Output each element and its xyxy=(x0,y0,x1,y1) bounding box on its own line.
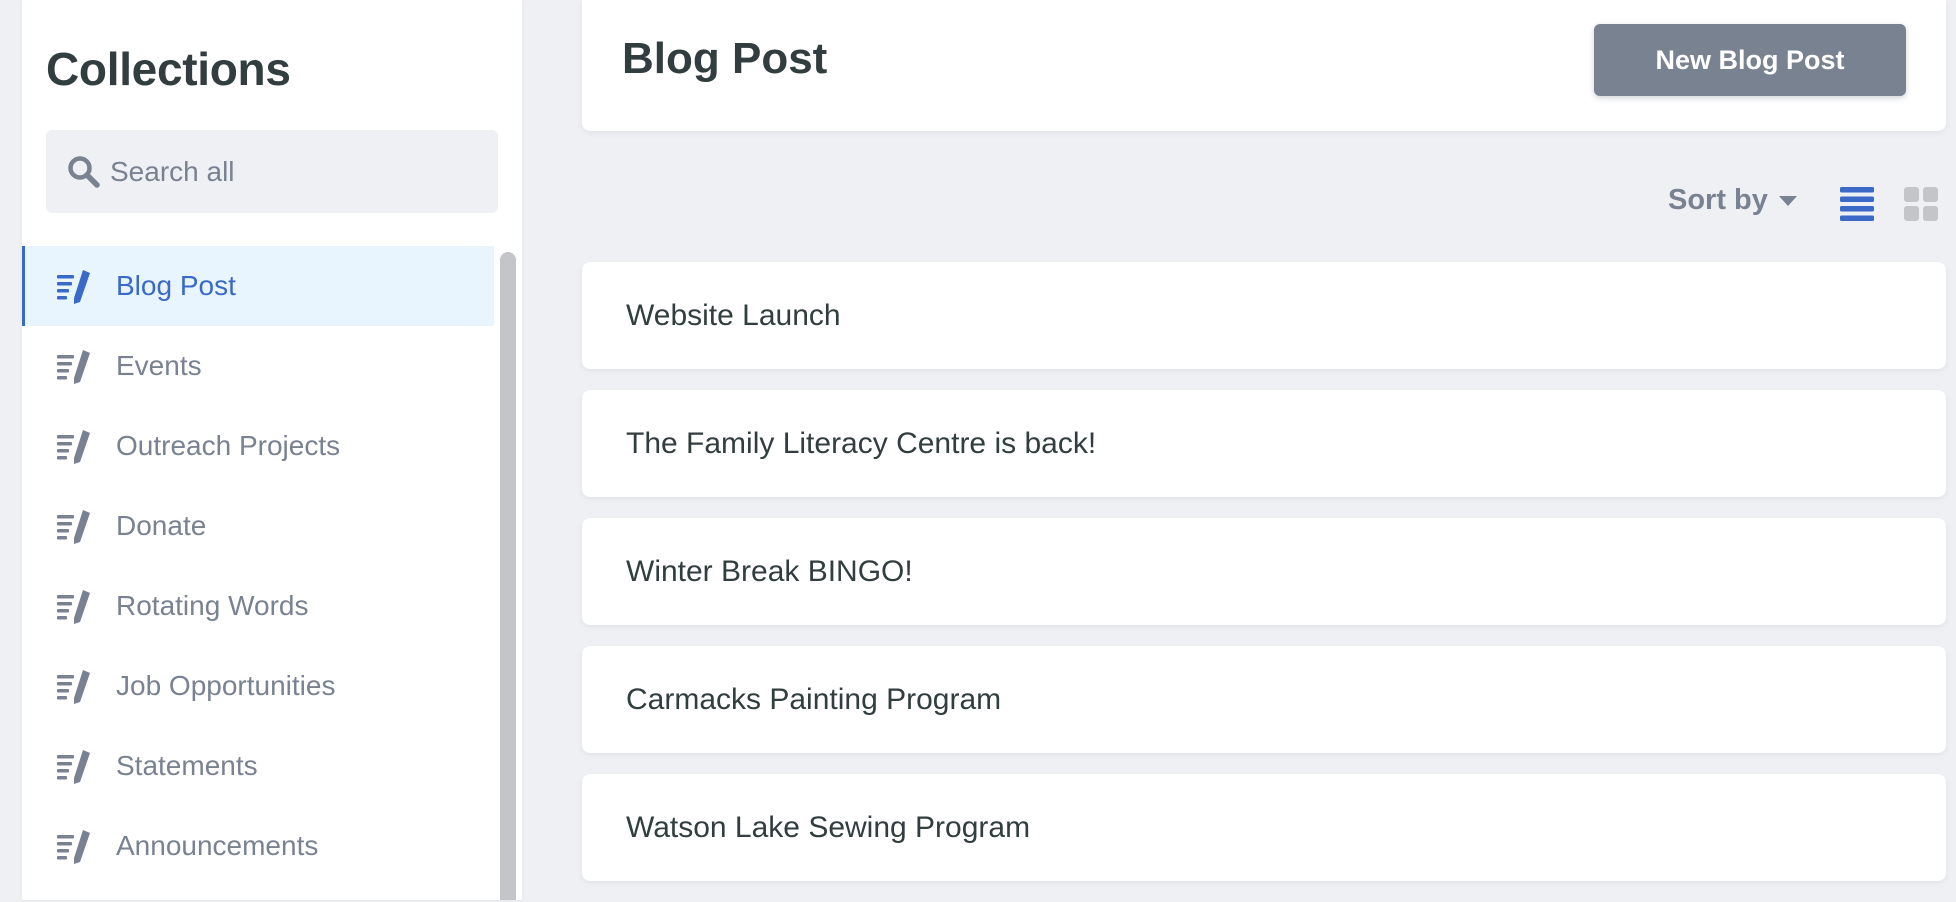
write-icon xyxy=(55,826,95,866)
sidebar-item-blog-post[interactable]: Blog Post xyxy=(22,246,494,326)
sidebar-item-label: Blog Post xyxy=(116,270,236,301)
sidebar-item-announcements[interactable]: Announcements xyxy=(22,806,494,886)
sidebar-item-label: Donate xyxy=(116,510,207,541)
entry-card[interactable]: Winter Break BINGO! xyxy=(582,518,1946,625)
sidebar-item-label: Job Opportunities xyxy=(116,670,336,701)
entry-title: Watson Lake Sewing Program xyxy=(626,810,1031,844)
sidebar-item-label: Outreach Projects xyxy=(116,430,341,461)
sidebar-item-label: Rotating Words xyxy=(116,590,309,621)
entry-card[interactable]: Watson Lake Sewing Program xyxy=(582,774,1946,881)
collection-nav: Blog Post Events Outreach Projects Donat… xyxy=(22,246,494,886)
entries-list: Website Launch The Family Literacy Centr… xyxy=(582,262,1946,902)
caret-down-icon xyxy=(1778,194,1798,208)
collection-header: Blog Post New Blog Post xyxy=(582,0,1946,131)
collections-sidebar: Collections Blog Post xyxy=(22,0,522,900)
write-icon xyxy=(55,266,95,306)
sidebar-item-outreach-projects[interactable]: Outreach Projects xyxy=(22,406,494,486)
sort-by-dropdown[interactable]: Sort by xyxy=(1668,184,1798,217)
search-input[interactable] xyxy=(110,155,470,188)
sidebar-item-events[interactable]: Events xyxy=(22,326,494,406)
sidebar-item-job-opportunities[interactable]: Job Opportunities xyxy=(22,646,494,726)
search-icon xyxy=(66,154,102,190)
new-blog-post-button[interactable]: New Blog Post xyxy=(1594,24,1906,96)
entry-card[interactable]: The Family Literacy Centre is back! xyxy=(582,390,1946,497)
grid-view-icon[interactable] xyxy=(1902,184,1940,224)
sidebar-item-rotating-words[interactable]: Rotating Words xyxy=(22,566,494,646)
sidebar-item-label: Announcements xyxy=(116,830,319,861)
write-icon xyxy=(55,586,95,626)
entry-card[interactable]: Carmacks Painting Program xyxy=(582,646,1946,753)
list-view-icon[interactable] xyxy=(1838,184,1876,224)
sidebar-item-label: Events xyxy=(116,350,202,381)
entry-title: Carmacks Painting Program xyxy=(626,682,1002,716)
write-icon xyxy=(55,426,95,466)
entry-card[interactable]: Website Launch xyxy=(582,262,1946,369)
write-icon xyxy=(55,666,95,706)
page-title: Blog Post xyxy=(622,34,828,83)
write-icon xyxy=(55,506,95,546)
list-toolbar: Sort by xyxy=(582,178,1956,232)
sort-by-label: Sort by xyxy=(1668,184,1768,216)
sidebar-scrollbar[interactable] xyxy=(500,252,516,900)
write-icon xyxy=(55,346,95,386)
entry-title: Website Launch xyxy=(626,298,841,332)
sidebar-item-label: Statements xyxy=(116,750,258,781)
search-box[interactable] xyxy=(46,130,498,213)
entry-title: The Family Literacy Centre is back! xyxy=(626,426,1097,460)
sidebar-title: Collections xyxy=(46,43,291,95)
entry-title: Winter Break BINGO! xyxy=(626,554,913,588)
sidebar-item-statements[interactable]: Statements xyxy=(22,726,494,806)
sidebar-item-donate[interactable]: Donate xyxy=(22,486,494,566)
write-icon xyxy=(55,746,95,786)
